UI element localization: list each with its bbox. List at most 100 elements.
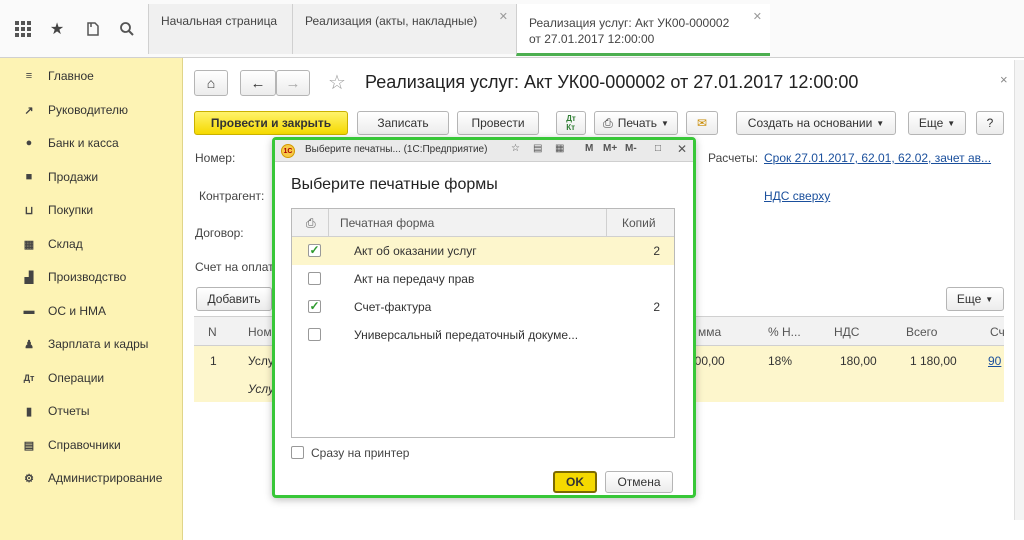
- invoice-label: Счет на оплат: [195, 260, 274, 274]
- column-header: N: [208, 325, 217, 339]
- sidebar-item-label: Зарплата и кадры: [48, 337, 149, 351]
- grid-more-button[interactable]: Еще ▼: [946, 287, 1004, 311]
- sidebar-item-label: Покупки: [48, 203, 94, 217]
- memory-plus-icon[interactable]: M+: [603, 143, 617, 154]
- close-form-icon[interactable]: ×: [1000, 72, 1008, 87]
- print-form-checkbox[interactable]: [308, 328, 321, 341]
- journal-entries-button[interactable]: Дт Кт: [556, 111, 586, 135]
- print-form-name: Акт об оказании услуг: [354, 244, 477, 258]
- table-row[interactable]: ✓ Счет-фактура 2: [292, 293, 674, 321]
- add-row-button[interactable]: Добавить: [196, 287, 272, 311]
- print-form-name: Универсальный передаточный докуме...: [354, 328, 579, 342]
- close-tab-icon[interactable]: ✕: [753, 10, 762, 23]
- close-tab-icon[interactable]: ✕: [499, 10, 508, 23]
- sidebar-item-label: Склад: [48, 237, 83, 251]
- cancel-button[interactable]: Отмена: [605, 471, 673, 493]
- column-header: Печатная форма: [340, 216, 435, 230]
- row-vat: 180,00: [840, 354, 877, 368]
- apps-grid-icon[interactable]: [12, 18, 34, 40]
- table-row[interactable]: ✓ Акт об оказании услуг 2: [292, 237, 674, 265]
- sidebar-item-manager[interactable]: ↗ Руководителю: [0, 96, 183, 124]
- menu-lines-icon: ≡: [25, 70, 33, 82]
- send-to-printer-label: Сразу на принтер: [311, 446, 410, 460]
- sidebar-item-sales[interactable]: ■ Продажи: [0, 163, 183, 191]
- dropdown-arrow-icon: ▼: [876, 118, 885, 128]
- settlements-link[interactable]: Срок 27.01.2017, 62.01, 62.02, зачет ав.…: [764, 151, 991, 165]
- document-icon[interactable]: ▤: [533, 143, 542, 154]
- print-form-checkbox[interactable]: ✓: [308, 244, 321, 257]
- favorites-star-icon[interactable]: ★: [46, 18, 68, 40]
- column-header: Копий: [622, 216, 656, 230]
- contract-label: Договор:: [195, 226, 244, 240]
- tab-home-page[interactable]: Начальная страница: [148, 4, 292, 54]
- settlements-label: Расчеты:: [708, 151, 759, 165]
- truck-icon: ▬: [23, 305, 35, 317]
- column-header: Сч: [990, 325, 1005, 339]
- sidebar-item-label: Производство: [48, 270, 127, 284]
- post-and-close-button[interactable]: Провести и закрыть: [194, 111, 348, 135]
- sidebar-item-fixed-assets[interactable]: ▬ ОС и НМА: [0, 297, 183, 325]
- arrow-left-icon: ←: [250, 74, 266, 92]
- more-label: Еще: [918, 116, 944, 130]
- post-button[interactable]: Провести: [457, 111, 539, 135]
- home-button[interactable]: ⌂: [194, 70, 228, 96]
- forward-button[interactable]: →: [276, 70, 310, 96]
- print-forms-dialog: 1C Выберите печатны... (1С:Предприятие) …: [272, 137, 696, 498]
- tab-sales-list[interactable]: Реализация (акты, накладные) ✕: [292, 4, 516, 54]
- close-icon[interactable]: ✕: [677, 142, 687, 156]
- sidebar-item-reports[interactable]: ▮ Отчеты: [0, 397, 183, 425]
- row-number: 1: [210, 354, 217, 368]
- print-button[interactable]: ⎙ Печать ▼: [594, 111, 678, 135]
- row-account[interactable]: 90: [988, 354, 1001, 368]
- tab-label: Начальная страница: [161, 14, 278, 28]
- more-button[interactable]: Еще ▼: [908, 111, 966, 135]
- print-label: Печать: [617, 116, 657, 130]
- sidebar-item-label: Справочники: [48, 438, 121, 452]
- sidebar-item-bank-cash[interactable]: ● Банк и касса: [0, 129, 183, 157]
- row-total: 1 180,00: [910, 354, 957, 368]
- email-button[interactable]: ✉: [686, 111, 718, 135]
- sidebar-item-main[interactable]: ≡ Главное: [0, 62, 183, 90]
- printer-icon: ⎙: [306, 216, 316, 230]
- tab-label-line2: от 27.01.2017 12:00:00: [529, 32, 655, 46]
- copies-count[interactable]: 2: [653, 300, 660, 314]
- sidebar-item-label: Главное: [48, 69, 94, 83]
- sidebar-item-purchases[interactable]: ⊔ Покупки: [0, 196, 183, 224]
- document-title: Реализация услуг: Акт УК00-000002 от 27.…: [365, 72, 859, 92]
- save-button[interactable]: Записать: [357, 111, 449, 135]
- help-button[interactable]: ?: [976, 111, 1004, 135]
- memory-minus-icon[interactable]: M-: [625, 143, 637, 154]
- tab-sales-document[interactable]: Реализация услуг: Акт УК00-000002 от 27.…: [516, 4, 770, 56]
- vat-on-top-link[interactable]: НДС сверху: [764, 189, 830, 203]
- scrollbar[interactable]: [1014, 60, 1024, 520]
- sidebar-item-administration[interactable]: ⚙ Администрирование: [0, 464, 183, 492]
- search-icon[interactable]: [116, 18, 138, 40]
- memory-icon[interactable]: M: [585, 143, 593, 154]
- back-button[interactable]: ←: [240, 70, 276, 96]
- dialog-title-bar[interactable]: 1C Выберите печатны... (1С:Предприятие) …: [275, 140, 693, 162]
- print-form-checkbox[interactable]: [308, 272, 321, 285]
- column-header: Всего: [906, 325, 938, 339]
- favorite-star-icon[interactable]: ☆: [511, 143, 520, 154]
- table-row[interactable]: Акт на передачу прав: [292, 265, 674, 293]
- create-based-on-button[interactable]: Создать на основании ▼: [736, 111, 896, 135]
- sidebar-item-salary-hr[interactable]: ♟ Зарплата и кадры: [0, 330, 183, 358]
- sidebar-item-production[interactable]: ▟ Производство: [0, 263, 183, 291]
- counterparty-label: Контрагент:: [199, 189, 265, 203]
- top-bar: ★ Начальная страница Реализация (акты, н…: [0, 0, 1024, 58]
- sidebar-item-warehouse[interactable]: ▦ Склад: [0, 230, 183, 258]
- sidebar-item-operations[interactable]: Дт Операции: [0, 364, 183, 392]
- calendar-icon[interactable]: ▦: [555, 143, 564, 154]
- sidebar-item-catalogs[interactable]: ▤ Справочники: [0, 431, 183, 459]
- favorite-star-icon[interactable]: ☆: [328, 70, 346, 95]
- ok-button[interactable]: OK: [553, 471, 597, 493]
- print-form-checkbox[interactable]: ✓: [308, 300, 321, 313]
- send-to-printer-checkbox[interactable]: [291, 446, 304, 459]
- copies-count[interactable]: 2: [653, 244, 660, 258]
- history-icon[interactable]: [82, 18, 104, 40]
- sidebar-item-label: Отчеты: [48, 404, 90, 418]
- maximize-icon[interactable]: □: [655, 143, 661, 154]
- debit-credit-icon: Дт Кт: [566, 114, 576, 132]
- sidebar-item-label: Банк и касса: [48, 136, 119, 150]
- table-row[interactable]: Универсальный передаточный докуме...: [292, 321, 674, 349]
